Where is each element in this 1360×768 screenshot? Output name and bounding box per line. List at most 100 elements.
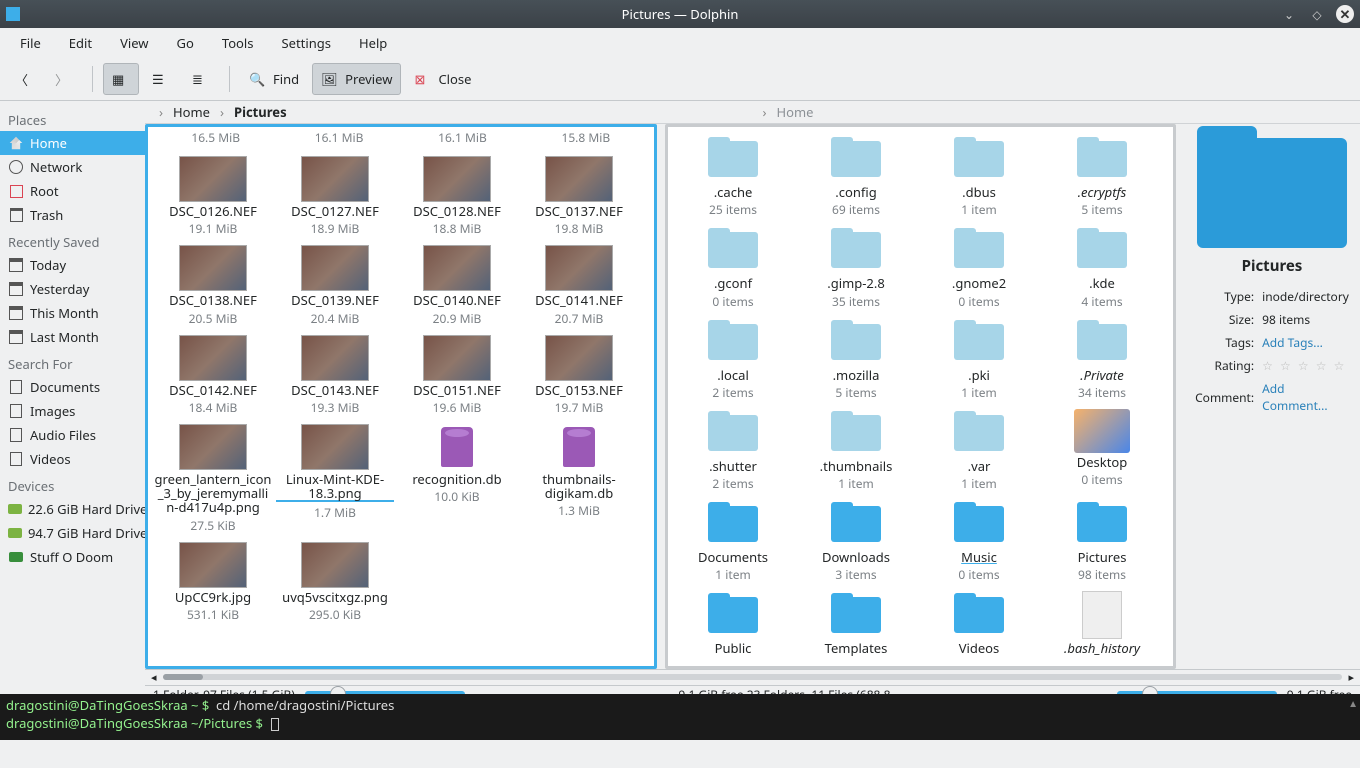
folder-tile[interactable]: Videos [918,587,1041,661]
folder-name: .dbus [962,185,996,199]
info-size-label: Size: [1192,309,1257,330]
file-tile[interactable]: DSC_0151.NEF19.6 MiB [396,331,518,420]
sidebar-item-documents[interactable]: Documents [0,375,145,399]
folder-tile[interactable]: .ecryptfs5 items [1041,131,1164,222]
view-panel-left[interactable]: 16.5 MiB16.1 MiB16.1 MiB15.8 MiBDSC_0126… [145,124,657,669]
sidebar-item-last-month[interactable]: Last Month [0,325,145,349]
menu-file[interactable]: File [6,29,55,57]
sidebar-item-root[interactable]: Root [0,179,145,203]
menu-view[interactable]: View [106,29,162,57]
folder-tile[interactable]: .gnome20 items [918,222,1041,313]
maximize-button[interactable]: ◇ [1308,5,1326,23]
item-count: 5 items [1081,201,1122,218]
preview-button[interactable]: 🖼Preview [312,63,401,95]
menu-settings[interactable]: Settings [268,29,345,57]
minimize-button[interactable]: ⌄ [1280,5,1298,23]
menu-edit[interactable]: Edit [55,29,106,57]
sidebar-item-94-7-gib-hard-drive[interactable]: 94.7 GiB Hard Drive [0,521,145,545]
view-details-button[interactable]: ≣ [183,63,219,95]
find-button[interactable]: 🔍Find [240,63,308,95]
menu-tools[interactable]: Tools [208,29,268,57]
folder-tile[interactable]: .var1 item [918,405,1041,496]
file-tile[interactable]: DSC_0137.NEF19.8 MiB [518,152,640,241]
horizontal-scrollbar[interactable]: ◂ ▸ [145,669,1360,685]
folder-tile[interactable]: Pictures98 items [1041,496,1164,587]
file-tile[interactable]: Linux-Mint-KDE-18.3.png1.7 MiB [274,420,396,538]
folder-tile[interactable]: .config69 items [795,131,918,222]
file-tile[interactable]: DSC_0153.NEF19.7 MiB [518,331,640,420]
view-panel-right[interactable]: .cache25 items.config69 items.dbus1 item… [665,124,1177,669]
breadcrumb-current[interactable]: Pictures [230,101,291,123]
folder-tile[interactable]: Templates [795,587,918,661]
file-size: 18.9 MiB [311,220,360,237]
sidebar-item-images[interactable]: Images [0,399,145,423]
file-tile[interactable]: DSC_0138.NEF20.5 MiB [152,241,274,330]
file-tile[interactable]: DSC_0143.NEF19.3 MiB [274,331,396,420]
folder-tile[interactable]: .thumbnails1 item [795,405,918,496]
scroll-left-icon[interactable]: ◂ [151,670,157,685]
sidebar-item-audio-files[interactable]: Audio Files [0,423,145,447]
view-compact-button[interactable]: ☰ [143,63,179,95]
image-thumbnail [301,542,369,588]
file-tile[interactable]: DSC_0127.NEF18.9 MiB [274,152,396,241]
nav-forward-button[interactable]: 〉 [46,63,82,95]
nav-back-button[interactable]: 〈 [6,63,42,95]
file-tile[interactable]: DSC_0126.NEF19.1 MiB [152,152,274,241]
sidebar-item-label: Root [30,182,59,200]
sidebar-item-trash[interactable]: Trash [0,203,145,227]
breadcrumb-home-right[interactable]: Home [773,101,818,123]
folder-tile[interactable]: .pki1 item [918,314,1041,405]
folder-tile[interactable]: .mozilla5 items [795,314,918,405]
folder-name: .var [968,459,991,473]
file-tile[interactable]: DSC_0142.NEF18.4 MiB [152,331,274,420]
breadcrumb-home[interactable]: Home [169,101,214,123]
file-tile[interactable]: .bash_history [1041,587,1164,661]
folder-tile[interactable]: .gconf0 items [672,222,795,313]
folder-tile[interactable]: .gimp-2.835 items [795,222,918,313]
file-tile[interactable]: DSC_0140.NEF20.9 MiB [396,241,518,330]
sidebar-item-videos[interactable]: Videos [0,447,145,471]
sidebar-item-today[interactable]: Today [0,253,145,277]
folder-tile[interactable]: Documents1 item [672,496,795,587]
file-tile[interactable]: DSC_0128.NEF18.8 MiB [396,152,518,241]
folder-tile[interactable]: .local2 items [672,314,795,405]
file-tile[interactable]: green_lantern_icon_3_by_jeremymallin-d41… [152,420,274,538]
terminal-panel[interactable]: ▲dragostini@DaTingGoesSkraa ~ $ cd /home… [0,694,1360,740]
preview-label: Preview [345,70,392,88]
close-split-button[interactable]: ⊠Close [405,63,480,95]
file-size: 16.1 MiB [315,129,364,146]
close-window-button[interactable]: ✕ [1336,5,1354,23]
add-tags-link[interactable]: Add Tags... [1262,334,1323,351]
sidebar-item-network[interactable]: Network [0,155,145,179]
folder-tile[interactable]: Downloads3 items [795,496,918,587]
folder-tile[interactable]: .cache25 items [672,131,795,222]
content-area: › Home › Pictures › Home 16.5 MiB16.1 Mi… [145,101,1360,694]
folder-tile[interactable]: .dbus1 item [918,131,1041,222]
file-tile[interactable]: DSC_0139.NEF20.4 MiB [274,241,396,330]
folder-tile[interactable]: .Private34 items [1041,314,1164,405]
rating-stars[interactable]: ☆ ☆ ☆ ☆ ☆ [1259,355,1352,376]
file-tile[interactable]: thumbnails-digikam.db1.3 MiB [518,420,640,538]
sidebar-item-yesterday[interactable]: Yesterday [0,277,145,301]
file-tile[interactable]: UpCC9rk.jpg531.1 KiB [152,538,274,627]
sidebar-item-stuff-o-doom[interactable]: Stuff O Doom [0,545,145,569]
folder-tile[interactable]: Public [672,587,795,661]
terminal-scroll-icon[interactable]: ▲ [1348,696,1358,710]
folder-tile[interactable]: Music0 items [918,496,1041,587]
file-tile[interactable]: DSC_0141.NEF20.7 MiB [518,241,640,330]
add-comment-link[interactable]: Add Comment... [1262,380,1327,414]
file-tile[interactable]: recognition.db10.0 KiB [396,420,518,538]
sidebar-item-22-6-gib-hard-drive[interactable]: 22.6 GiB Hard Drive [0,497,145,521]
scroll-right-icon[interactable]: ▸ [1348,670,1354,685]
folder-tile[interactable]: .shutter2 items [672,405,795,496]
menu-help[interactable]: Help [345,29,401,57]
folder-tile[interactable]: .kde4 items [1041,222,1164,313]
folder-name: Public [715,641,752,655]
folder-tile[interactable]: Desktop0 items [1041,405,1164,496]
information-panel: Pictures Type:inode/directory Size:98 it… [1184,124,1360,669]
view-icons-button[interactable]: ▦ [103,63,139,95]
menu-go[interactable]: Go [163,29,208,57]
sidebar-item-this-month[interactable]: This Month [0,301,145,325]
sidebar-item-home[interactable]: Home [0,131,145,155]
file-tile[interactable]: uvq5vscitxgz.png295.0 KiB [274,538,396,627]
